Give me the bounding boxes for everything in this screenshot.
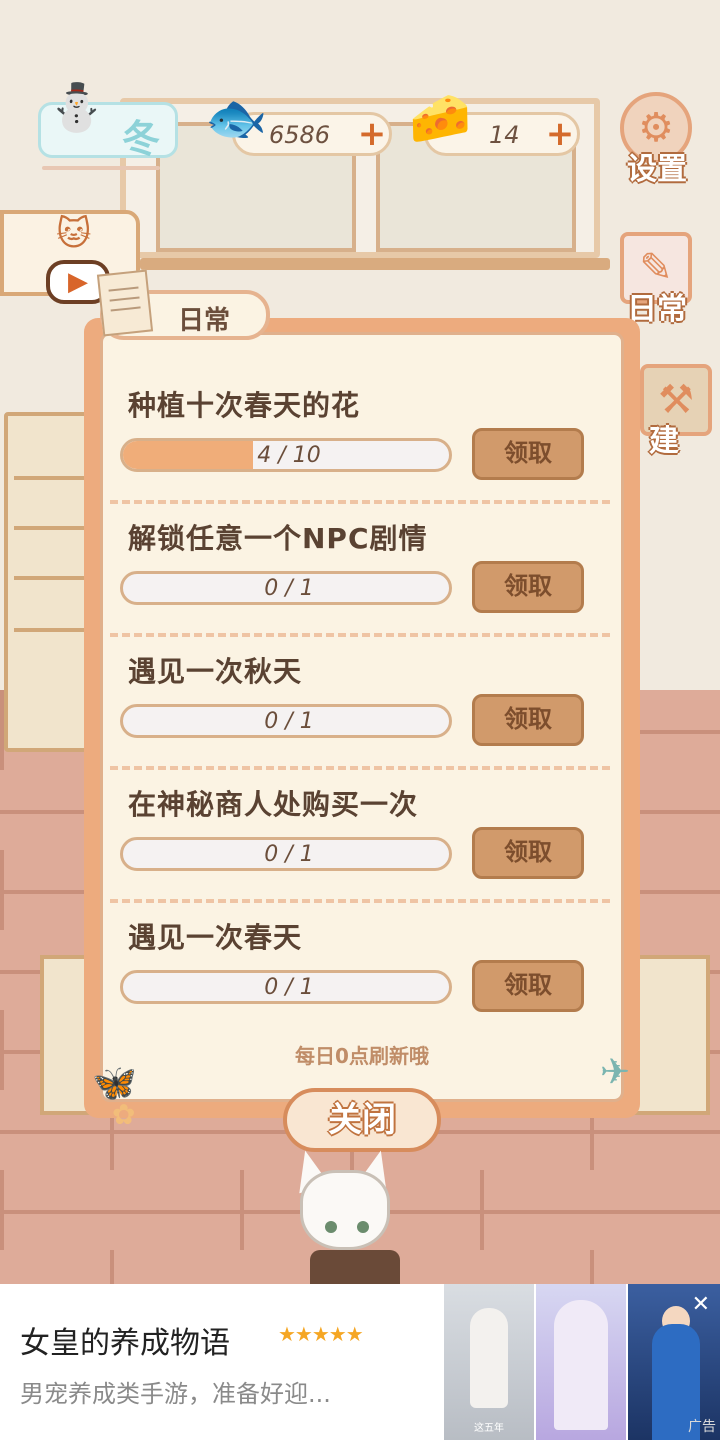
build-label: 建: [649, 424, 679, 459]
task-progress-bar: 4 / 10: [120, 438, 452, 472]
refresh-note: 每日0点刷新哦: [295, 1044, 429, 1068]
butterfly-icon: ✿: [112, 1098, 136, 1131]
shelf-board: [140, 258, 610, 270]
task-item: 解锁任意一个NPC剧情 0 / 1 领取: [100, 517, 620, 651]
ad-title: 女皇的养成物语: [20, 1326, 230, 1361]
daily-menu-button[interactable]: ✎ 日常: [614, 232, 700, 327]
ad-mark: 广告: [688, 1419, 716, 1435]
claim-button[interactable]: 领取: [472, 428, 584, 480]
claim-button[interactable]: 领取: [472, 960, 584, 1012]
daily-tab: 日常: [96, 269, 270, 340]
add-cheese-button[interactable]: +: [541, 117, 579, 155]
task-progress-bar: 0 / 1: [120, 970, 452, 1004]
mascot-eye: [325, 1221, 337, 1233]
cabinet: [4, 412, 96, 752]
task-item: 种植十次春天的花 4 / 10 领取: [100, 384, 620, 518]
task-title: 种植十次春天的花: [128, 389, 361, 422]
task-divider: [110, 766, 610, 770]
task-divider: [110, 633, 610, 637]
winter-tree-icon: ⛄: [48, 80, 106, 134]
ad-thumbnail-caption: 这五年: [474, 1423, 504, 1434]
ad-person-image: [470, 1308, 508, 1408]
cabinet-shelf-line: [14, 628, 86, 632]
cat-icon: 🐱: [56, 214, 92, 254]
add-coins-button[interactable]: +: [353, 117, 391, 155]
claim-button[interactable]: 领取: [472, 694, 584, 746]
cheese-counter: 🧀 14 +: [409, 93, 580, 156]
season-label: 冬: [122, 117, 161, 161]
task-item: 遇见一次春天 0 / 1 领取: [100, 916, 620, 1050]
daily-tab-label: 日常: [178, 306, 231, 336]
settings-button[interactable]: ⚙ 设置: [614, 92, 700, 187]
task-progress-bar: 0 / 1: [120, 837, 452, 871]
task-divider: [110, 899, 610, 903]
cheese-icon: 🧀: [409, 89, 472, 147]
mascot-head: [300, 1170, 390, 1250]
cabinet-shelf-line: [14, 576, 86, 580]
ad-thumbnail: [536, 1284, 626, 1440]
task-progress-bar: 0 / 1: [120, 704, 452, 738]
fish-bone-icon: 🐟: [205, 89, 268, 147]
settings-label: 设置: [627, 152, 687, 187]
task-title: 在神秘商人处购买一次: [128, 788, 419, 821]
paper-note-icon: [96, 269, 154, 337]
task-title: 遇见一次秋天: [128, 655, 303, 688]
task-progress-bar: 0 / 1: [120, 571, 452, 605]
close-button[interactable]: 关闭: [283, 1088, 441, 1152]
fox-mascot[interactable]: [289, 1146, 410, 1290]
ad-thumbnail: 这五年: [444, 1284, 534, 1440]
build-button[interactable]: ⚒ 建: [634, 364, 720, 459]
ad-character-image: [554, 1300, 608, 1430]
task-item: 遇见一次秋天 0 / 1 领取: [100, 650, 620, 784]
task-progress-text: 4 / 10: [257, 443, 321, 468]
task-title: 遇见一次春天: [128, 921, 303, 954]
task-progress-text: 0 / 1: [264, 709, 314, 734]
cabinet-shelf-line: [14, 526, 86, 530]
cheese-value: 14: [489, 121, 520, 149]
cabinet-shelf-line: [14, 476, 86, 480]
task-progress-text: 0 / 1: [264, 842, 314, 867]
claim-button[interactable]: 领取: [472, 827, 584, 879]
task-title: 解锁任意一个NPC剧情: [128, 522, 428, 555]
dragonfly-icon: ✈: [600, 1052, 631, 1093]
task-progress-text: 0 / 1: [264, 576, 314, 601]
ad-description: 男宠养成类手游，准备好迎...: [20, 1380, 331, 1408]
task-divider: [110, 500, 610, 504]
coins-value: 6586: [269, 121, 331, 149]
ad-banner[interactable]: 女皇的养成物语 ★★★★★ 男宠养成类手游，准备好迎... 这五年 ✕ 广告: [0, 1284, 720, 1440]
mascot-eye: [357, 1221, 369, 1233]
claim-button[interactable]: 领取: [472, 561, 584, 613]
task-item: 在神秘商人处购买一次 0 / 1 领取: [100, 783, 620, 917]
season-underline: [42, 166, 160, 170]
coins-counter: 🐟 6586 +: [205, 93, 392, 156]
rating-stars: ★★★★★: [278, 1322, 364, 1346]
side-table-right: [630, 955, 710, 1115]
ad-close-button[interactable]: ✕: [692, 1292, 710, 1317]
season-badge[interactable]: ⛄ 冬: [28, 80, 178, 161]
task-progress-text: 0 / 1: [264, 975, 314, 1000]
